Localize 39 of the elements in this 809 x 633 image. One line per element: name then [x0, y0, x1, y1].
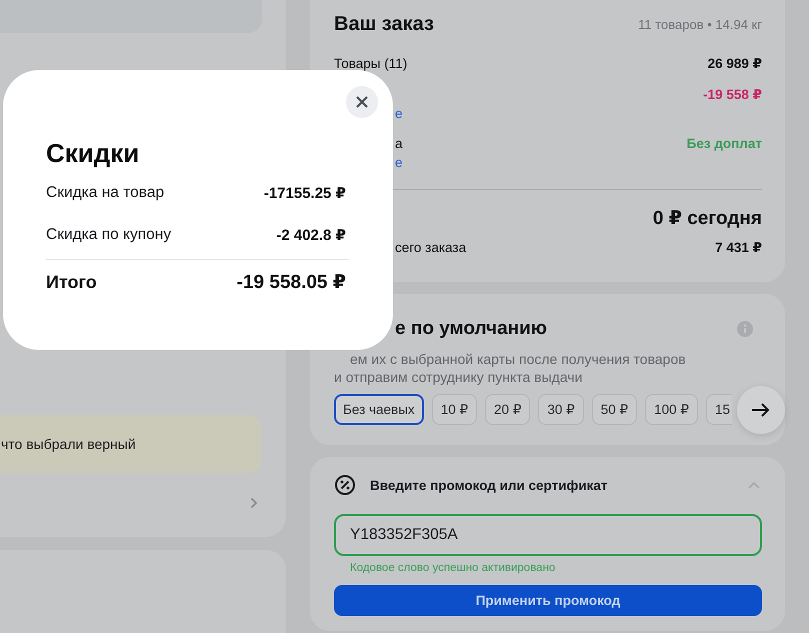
row-label: Товары (11) [334, 55, 408, 73]
close-icon [356, 96, 368, 108]
total-value: 0 ₽ сегодня [652, 207, 762, 231]
row-value: -19 558 ₽ [703, 86, 762, 104]
discount-value: -2 402.8 ₽ [276, 226, 346, 244]
tip-chip[interactable]: Без чаевых [334, 394, 424, 425]
tip-chip[interactable]: 100 ₽ [645, 394, 698, 425]
discount-label: Скидка по купону [46, 226, 172, 244]
row-value: Без доплат [686, 135, 762, 153]
notice-text: что выбрали верный [1, 436, 136, 452]
tip-chip[interactable]: 20 ₽ [485, 394, 530, 425]
scroll-right-button[interactable] [737, 386, 785, 434]
order-summary: 11 товаров • 14.94 кг [638, 16, 762, 32]
discount-value: -17155.25 ₽ [264, 184, 346, 202]
chevron-up-icon[interactable] [748, 482, 760, 488]
chevron-right-icon[interactable] [250, 497, 258, 509]
popup-title: Скидки [46, 138, 140, 168]
tips-description: ем их с выбранной карты после получения товаров и отправим сотруднику пункта выдачи [334, 350, 687, 386]
discount-label: Скидка на товар [46, 184, 164, 202]
order-title: Ваш заказ [334, 12, 434, 36]
tips-title: е по умолчанию [395, 318, 548, 340]
row-value: 26 989 ₽ [708, 55, 762, 73]
order-total-label: сего заказа [395, 239, 466, 257]
tip-chip[interactable]: 30 ₽ [538, 394, 584, 425]
order-total-value: 7 431 ₽ [715, 239, 762, 257]
row-label: а [395, 135, 403, 153]
tip-chip[interactable]: 10 ₽ [432, 394, 478, 425]
tip-chip[interactable]: 15 [706, 394, 732, 425]
promo-title: Введите промокод или сертификат [370, 478, 608, 492]
arrow-right-icon [752, 403, 770, 417]
promo-code-field[interactable]: Y183352F305A [334, 514, 762, 556]
tip-chip[interactable]: 50 ₽ [592, 394, 638, 425]
info-icon[interactable] [737, 321, 753, 337]
total-label: Итого [46, 272, 97, 292]
apply-button[interactable]: Применить промокод [334, 585, 762, 616]
close-button[interactable] [346, 86, 378, 118]
status-message: Кодовое слово успешно активировано [349, 561, 556, 576]
percent-icon [335, 475, 355, 495]
total-discount-value: -19 558.05 ₽ [236, 270, 346, 294]
